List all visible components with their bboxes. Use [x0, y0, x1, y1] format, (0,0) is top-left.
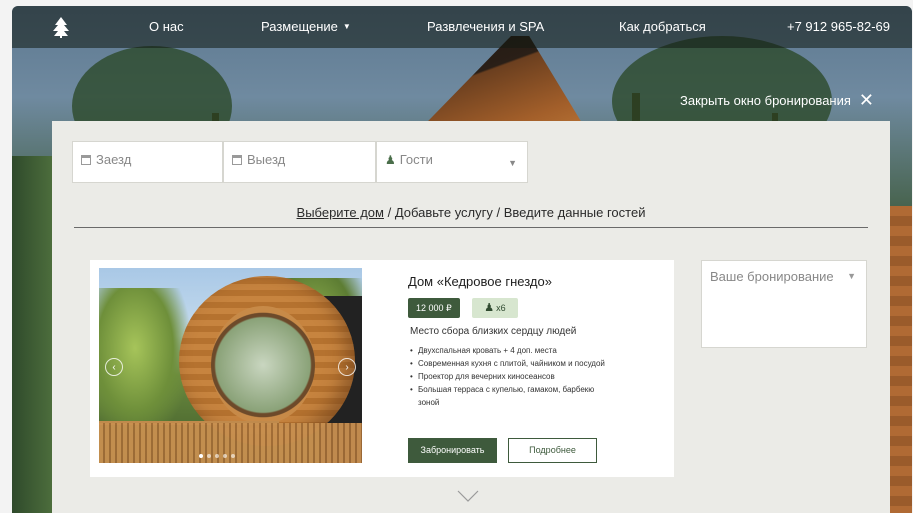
nav-item-entertainment-spa[interactable]: Развлечения и SPA: [427, 19, 544, 34]
details-button[interactable]: Подробнее: [508, 438, 597, 463]
chevron-left-icon: ‹: [112, 361, 116, 373]
features-list: Двухспальная кровать + 4 доп. места Совр…: [410, 344, 610, 409]
gallery-dot[interactable]: [215, 454, 219, 458]
nav-item-accommodation[interactable]: Размещение ▼: [261, 19, 351, 34]
nav-item-directions[interactable]: Как добраться: [619, 19, 706, 34]
checkout-field[interactable]: Выезд: [223, 141, 376, 183]
chevron-right-icon: ›: [345, 361, 349, 373]
chevron-down-icon[interactable]: [456, 489, 480, 503]
price-badge: 12 000 ₽: [408, 298, 460, 318]
calendar-icon: [232, 155, 242, 165]
house-photo: ‹ ›: [99, 268, 362, 463]
nav-item-about[interactable]: О нас: [149, 19, 184, 34]
step-choose-house[interactable]: Выберите дом: [297, 205, 384, 220]
close-booking-button[interactable]: Закрыть окно бронирования ✕: [680, 90, 874, 111]
gallery-dot[interactable]: [231, 454, 235, 458]
fir-tree-logo-icon[interactable]: [50, 16, 72, 38]
gallery-dot[interactable]: [207, 454, 211, 458]
gallery-dots: [199, 454, 235, 458]
calendar-icon: [81, 155, 91, 165]
gallery-dot[interactable]: [223, 454, 227, 458]
house-subtitle: Место сбора близких сердцу людей: [410, 326, 577, 337]
list-item: Проектор для вечерних киносеансов: [410, 370, 610, 383]
step-guest-details: Введите данные гостей: [503, 205, 646, 220]
house-title: Дом «Кедровое гнездо»: [408, 274, 552, 289]
dropdown-arrow-icon: ▼: [847, 271, 856, 281]
checkin-field[interactable]: Заезд: [72, 141, 223, 183]
nav-phone-link[interactable]: +7 912 965-82-69: [787, 19, 890, 34]
guests-select[interactable]: ♟ Гости ▼: [376, 141, 528, 183]
list-item: Двухспальная кровать + 4 доп. места: [410, 344, 610, 357]
close-icon: ✕: [858, 90, 874, 110]
gallery-prev-button[interactable]: ‹: [105, 358, 123, 376]
page-frame: О нас Размещение ▼ Развлечения и SPA Как …: [12, 6, 912, 513]
background-tree-left: [12, 156, 52, 513]
list-item: Большая терраса с купелью, гамаком, барб…: [410, 383, 610, 409]
booking-steps: Выберите дом / Добавьте услугу / Введите…: [296, 205, 646, 220]
book-button[interactable]: Забронировать: [408, 438, 497, 463]
steps-divider: [74, 227, 868, 228]
booking-panel: Заезд Выезд ♟ Гости ▼ Выберите дом / Доба…: [52, 121, 890, 513]
gallery-dot[interactable]: [199, 454, 203, 458]
list-item: Современная кухня с плитой, чайником и п…: [410, 357, 610, 370]
gallery-next-button[interactable]: ›: [338, 358, 356, 376]
guests-badge: ♟ x6: [472, 298, 518, 318]
top-nav: О нас Размещение ▼ Развлечения и SPA Как …: [12, 6, 912, 48]
step-add-service: Добавьте услугу: [394, 205, 493, 220]
guests-placeholder: Гости: [399, 152, 433, 167]
checkout-placeholder: Выезд: [247, 152, 286, 167]
checkin-placeholder: Заезд: [96, 152, 132, 167]
person-icon: ♟: [484, 302, 495, 314]
caret-down-icon: ▼: [342, 22, 351, 31]
your-booking-label: Ваше бронирование: [710, 269, 834, 284]
dropdown-arrow-icon: ▼: [508, 158, 517, 168]
your-booking-dropdown[interactable]: Ваше бронирование ▼: [701, 260, 867, 348]
house-card: ‹ › Дом «Кедровое гнездо» 12 000 ₽ ♟ x6 М…: [90, 260, 674, 477]
close-booking-label: Закрыть окно бронирования: [680, 93, 851, 108]
person-icon: ♟: [385, 153, 396, 167]
